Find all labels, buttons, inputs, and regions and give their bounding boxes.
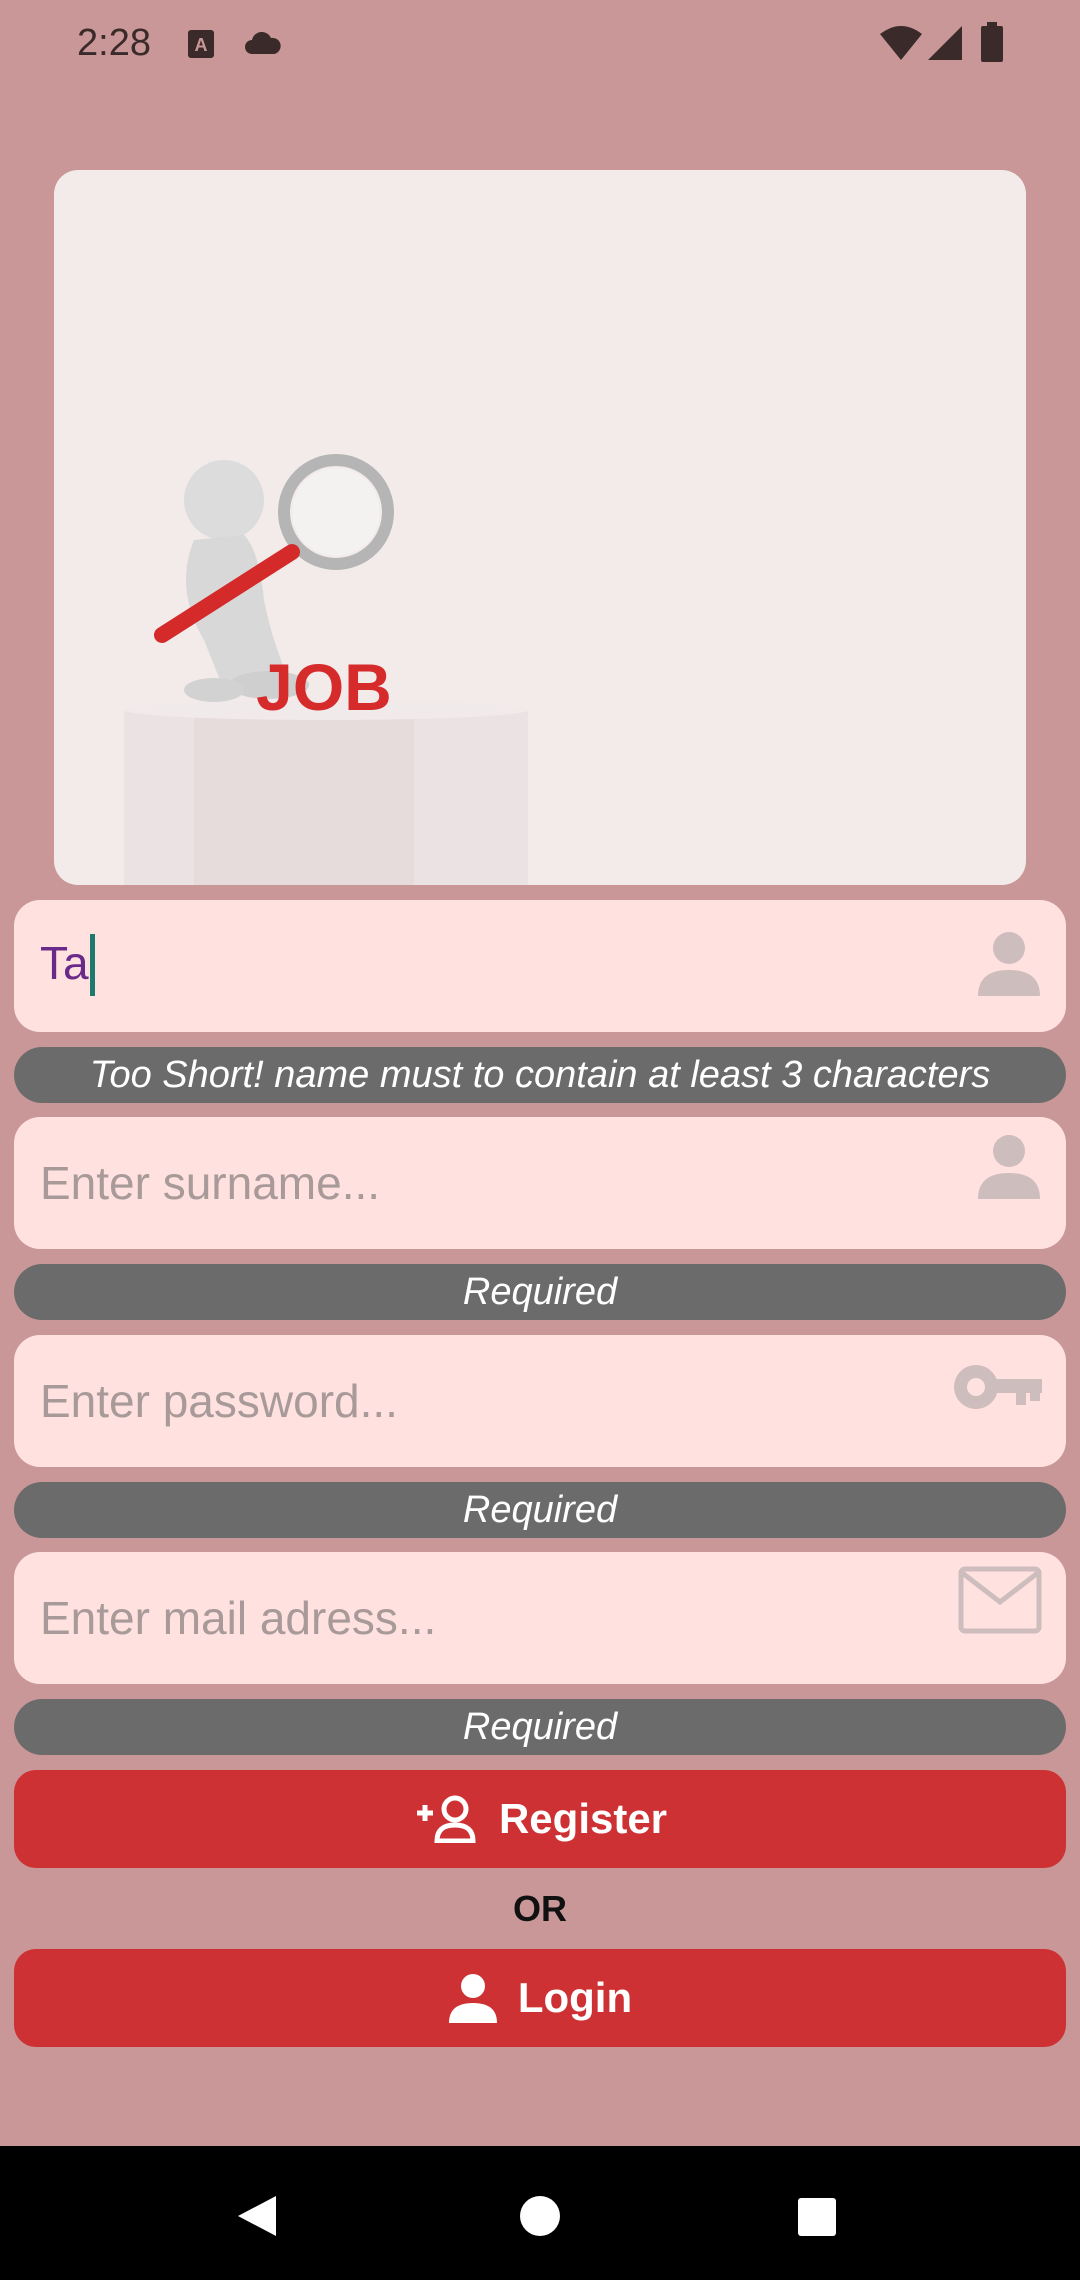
add-user-icon (416, 1795, 476, 1843)
mail-input[interactable] (40, 1586, 940, 1650)
name-error: Too Short! name must to contain at least… (14, 1047, 1066, 1103)
name-value: Ta (40, 937, 89, 989)
wifi-icon (880, 26, 922, 65)
or-separator: OR (513, 1888, 567, 1929)
text-caret (90, 934, 95, 996)
mail-icon (958, 1566, 1042, 1639)
password-field[interactable] (14, 1335, 1066, 1467)
person-icon (976, 930, 1042, 1001)
login-button[interactable]: Login (14, 1949, 1066, 2047)
status-bar: 2:28 A (0, 0, 1080, 90)
hero-image: JOB (54, 170, 1026, 885)
password-error: Required (14, 1482, 1066, 1538)
person-icon (448, 1974, 497, 2023)
surname-field[interactable] (14, 1117, 1066, 1249)
recents-icon[interactable] (796, 2196, 838, 2243)
svg-text:A: A (195, 35, 208, 55)
back-icon[interactable] (236, 2194, 278, 2243)
mail-error: Required (14, 1699, 1066, 1755)
battery-icon (981, 22, 1003, 67)
password-input[interactable] (40, 1369, 940, 1433)
surname-error: Required (14, 1264, 1066, 1320)
home-icon[interactable] (518, 2194, 562, 2243)
login-label: Login (517, 1974, 633, 2021)
key-icon (952, 1359, 1042, 1420)
surname-input[interactable] (40, 1151, 940, 1215)
mail-field[interactable] (14, 1552, 1066, 1684)
person-icon (976, 1133, 1042, 1204)
name-field[interactable]: Ta (14, 900, 1066, 1032)
register-button[interactable]: Register (14, 1770, 1066, 1868)
register-label: Register (498, 1795, 668, 1842)
cloud-icon (244, 31, 282, 61)
job-text: JOB (256, 650, 392, 724)
keyboard-icon: A (188, 30, 214, 63)
status-time: 2:28 (77, 22, 151, 64)
signal-icon (928, 26, 962, 65)
navigation-bar (0, 2146, 1080, 2280)
